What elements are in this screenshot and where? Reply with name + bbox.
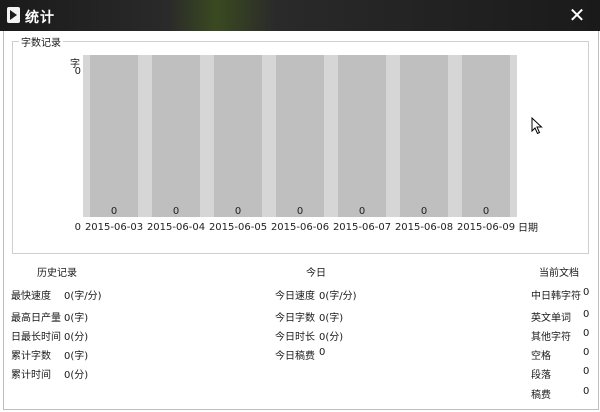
max-daily-time-label: 日最长时间 [11, 332, 61, 343]
x-tick-label: 2015-06-09 [457, 222, 515, 233]
fee-value: 0 [583, 386, 590, 397]
bar-value-label: 0 [483, 206, 489, 217]
bar-value-label: 0 [111, 206, 117, 217]
cjk-chars-label: 中日韩字符 [531, 291, 581, 302]
today-duration-value: 0(分) [319, 332, 344, 343]
bar-value-label: 0 [297, 206, 303, 217]
bar [400, 55, 448, 217]
bar-value-label: 0 [235, 206, 241, 217]
history-title: 历史记录 [37, 268, 77, 279]
bar [338, 55, 386, 217]
fee-label: 稿费 [531, 390, 551, 401]
paragraphs-value: 0 [583, 366, 590, 377]
x-axis-label: 日期 [518, 223, 538, 234]
x-tick-label: 2015-06-05 [209, 222, 267, 233]
y-axis-label: 字 [70, 59, 80, 70]
bar [214, 55, 262, 217]
other-chars-value: 0 [583, 328, 590, 339]
english-words-value: 0 [583, 309, 590, 320]
today-speed-value: 0(字/分) [319, 291, 357, 302]
today-fee-label: 今日稿费 [275, 351, 315, 362]
x-tick-label: 2015-06-03 [85, 222, 143, 233]
bar [90, 55, 138, 217]
fastest-speed-label: 最快速度 [11, 291, 51, 302]
x-tick-label: 2015-06-07 [333, 222, 391, 233]
total-time-label: 累计时间 [11, 370, 51, 381]
fastest-speed-value: 0(字/分) [64, 291, 102, 302]
current-doc-title: 当前文档 [539, 268, 579, 279]
bar-value-label: 0 [359, 206, 365, 217]
other-chars-label: 其他字符 [531, 332, 571, 343]
total-words-value: 0(字) [64, 351, 89, 362]
today-speed-label: 今日速度 [275, 291, 315, 302]
spaces-value: 0 [583, 347, 590, 358]
max-daily-time-value: 0(分) [64, 332, 89, 343]
total-words-label: 累计字数 [11, 351, 51, 362]
today-duration-label: 今日时长 [275, 332, 315, 343]
total-time-value: 0(分) [64, 370, 89, 381]
max-daily-output-value: 0(字) [64, 313, 89, 324]
x-tick-label: 2015-06-08 [395, 222, 453, 233]
today-words-label: 今日字数 [275, 313, 315, 324]
today-fee-value: 0 [319, 347, 326, 358]
bar-value-label: 0 [421, 206, 427, 217]
today-title: 今日 [306, 268, 326, 279]
cjk-chars-value: 0 [583, 287, 590, 298]
x-tick-label: 2015-06-04 [147, 222, 205, 233]
bar [152, 55, 200, 217]
y-tick-label: 0 [75, 222, 81, 233]
max-daily-output-label: 最高日产量 [11, 313, 61, 324]
bar [462, 55, 510, 217]
mouse-cursor-icon [531, 117, 543, 135]
today-words-value: 0(字) [319, 313, 344, 324]
bar-value-label: 0 [173, 206, 179, 217]
paragraphs-label: 段落 [531, 370, 551, 381]
spaces-label: 空格 [531, 351, 551, 362]
x-tick-label: 2015-06-06 [271, 222, 329, 233]
english-words-label: 英文单词 [531, 313, 571, 324]
bar [276, 55, 324, 217]
